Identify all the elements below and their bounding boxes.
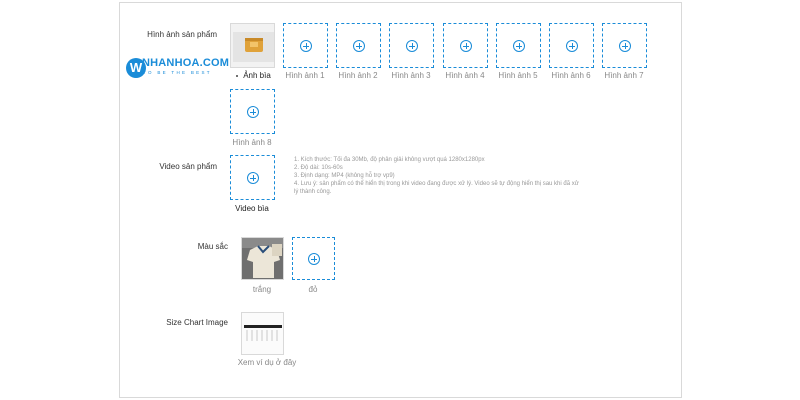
- add-icon: [246, 105, 259, 118]
- pillow-image: [231, 24, 274, 67]
- image-slot-caption: Hình ảnh 3: [391, 71, 431, 80]
- color-white-thumbnail[interactable]: [241, 237, 284, 280]
- size-chart-label: Size Chart Image: [166, 318, 228, 327]
- image-slot-3[interactable]: [389, 23, 434, 68]
- add-icon: [299, 39, 312, 52]
- image-slot-4[interactable]: [443, 23, 488, 68]
- image-slot-caption: Hình ảnh 7: [604, 71, 644, 80]
- shirt-image: [242, 238, 283, 279]
- video-label: Video sản phẩm: [159, 162, 217, 171]
- brand-logo: W NHANHOA.COM TO BE THE BEST: [126, 57, 229, 81]
- add-icon: [565, 39, 578, 52]
- image-slot-caption: Hình ảnh 4: [445, 71, 485, 80]
- video-note-line: 2. Độ dài: 10s-60s: [294, 165, 343, 171]
- add-icon: [459, 39, 472, 52]
- image-slot-caption: Hình ảnh 6: [551, 71, 591, 80]
- color-slot-red[interactable]: [292, 237, 335, 280]
- video-note-line: 3. Định dạng: MP4 (không hỗ trợ vp9): [294, 173, 395, 179]
- image-slot-caption: Hình ảnh 1: [285, 71, 325, 80]
- image-slot-5[interactable]: [496, 23, 541, 68]
- image-slot-caption: Hình ảnh 2: [338, 71, 378, 80]
- video-caption: Video bìa: [235, 204, 269, 213]
- size-chart-image: [242, 313, 283, 354]
- color-caption: đỏ: [308, 285, 318, 294]
- add-icon: [246, 171, 259, 184]
- video-note-line: 1. Kích thước: Tối đa 30Mb, độ phân giải…: [294, 157, 485, 163]
- video-note-line: 4. Lưu ý: sản phẩm có thể hiển thị trong…: [294, 181, 579, 195]
- video-slot[interactable]: [230, 155, 275, 200]
- colors-label: Màu sắc: [197, 242, 228, 251]
- video-notes: 1. Kích thước: Tối đa 30Mb, độ phân giải…: [294, 156, 584, 196]
- add-icon: [512, 39, 525, 52]
- product-images-label: Hình ảnh sản phẩm: [147, 30, 217, 39]
- size-chart-thumbnail[interactable]: [241, 312, 284, 355]
- image-slot-7[interactable]: [602, 23, 647, 68]
- add-icon: [352, 39, 365, 52]
- image-slot-2[interactable]: [336, 23, 381, 68]
- image-slot-caption: Hình ảnh 5: [498, 71, 538, 80]
- add-icon: [307, 252, 320, 265]
- image-slot-6[interactable]: [549, 23, 594, 68]
- logo-tagline: TO BE THE BEST: [143, 70, 212, 75]
- logo-brand-text: NHANHOA.COM: [142, 57, 230, 69]
- image-slot-8[interactable]: [230, 89, 275, 134]
- cover-image-thumbnail[interactable]: [230, 23, 275, 68]
- add-icon: [405, 39, 418, 52]
- size-chart-caption[interactable]: Xem ví dụ ở đây: [237, 358, 297, 367]
- image-slot-caption: Hình ảnh 8: [232, 138, 272, 147]
- add-icon: [618, 39, 631, 52]
- image-slot-1[interactable]: [283, 23, 328, 68]
